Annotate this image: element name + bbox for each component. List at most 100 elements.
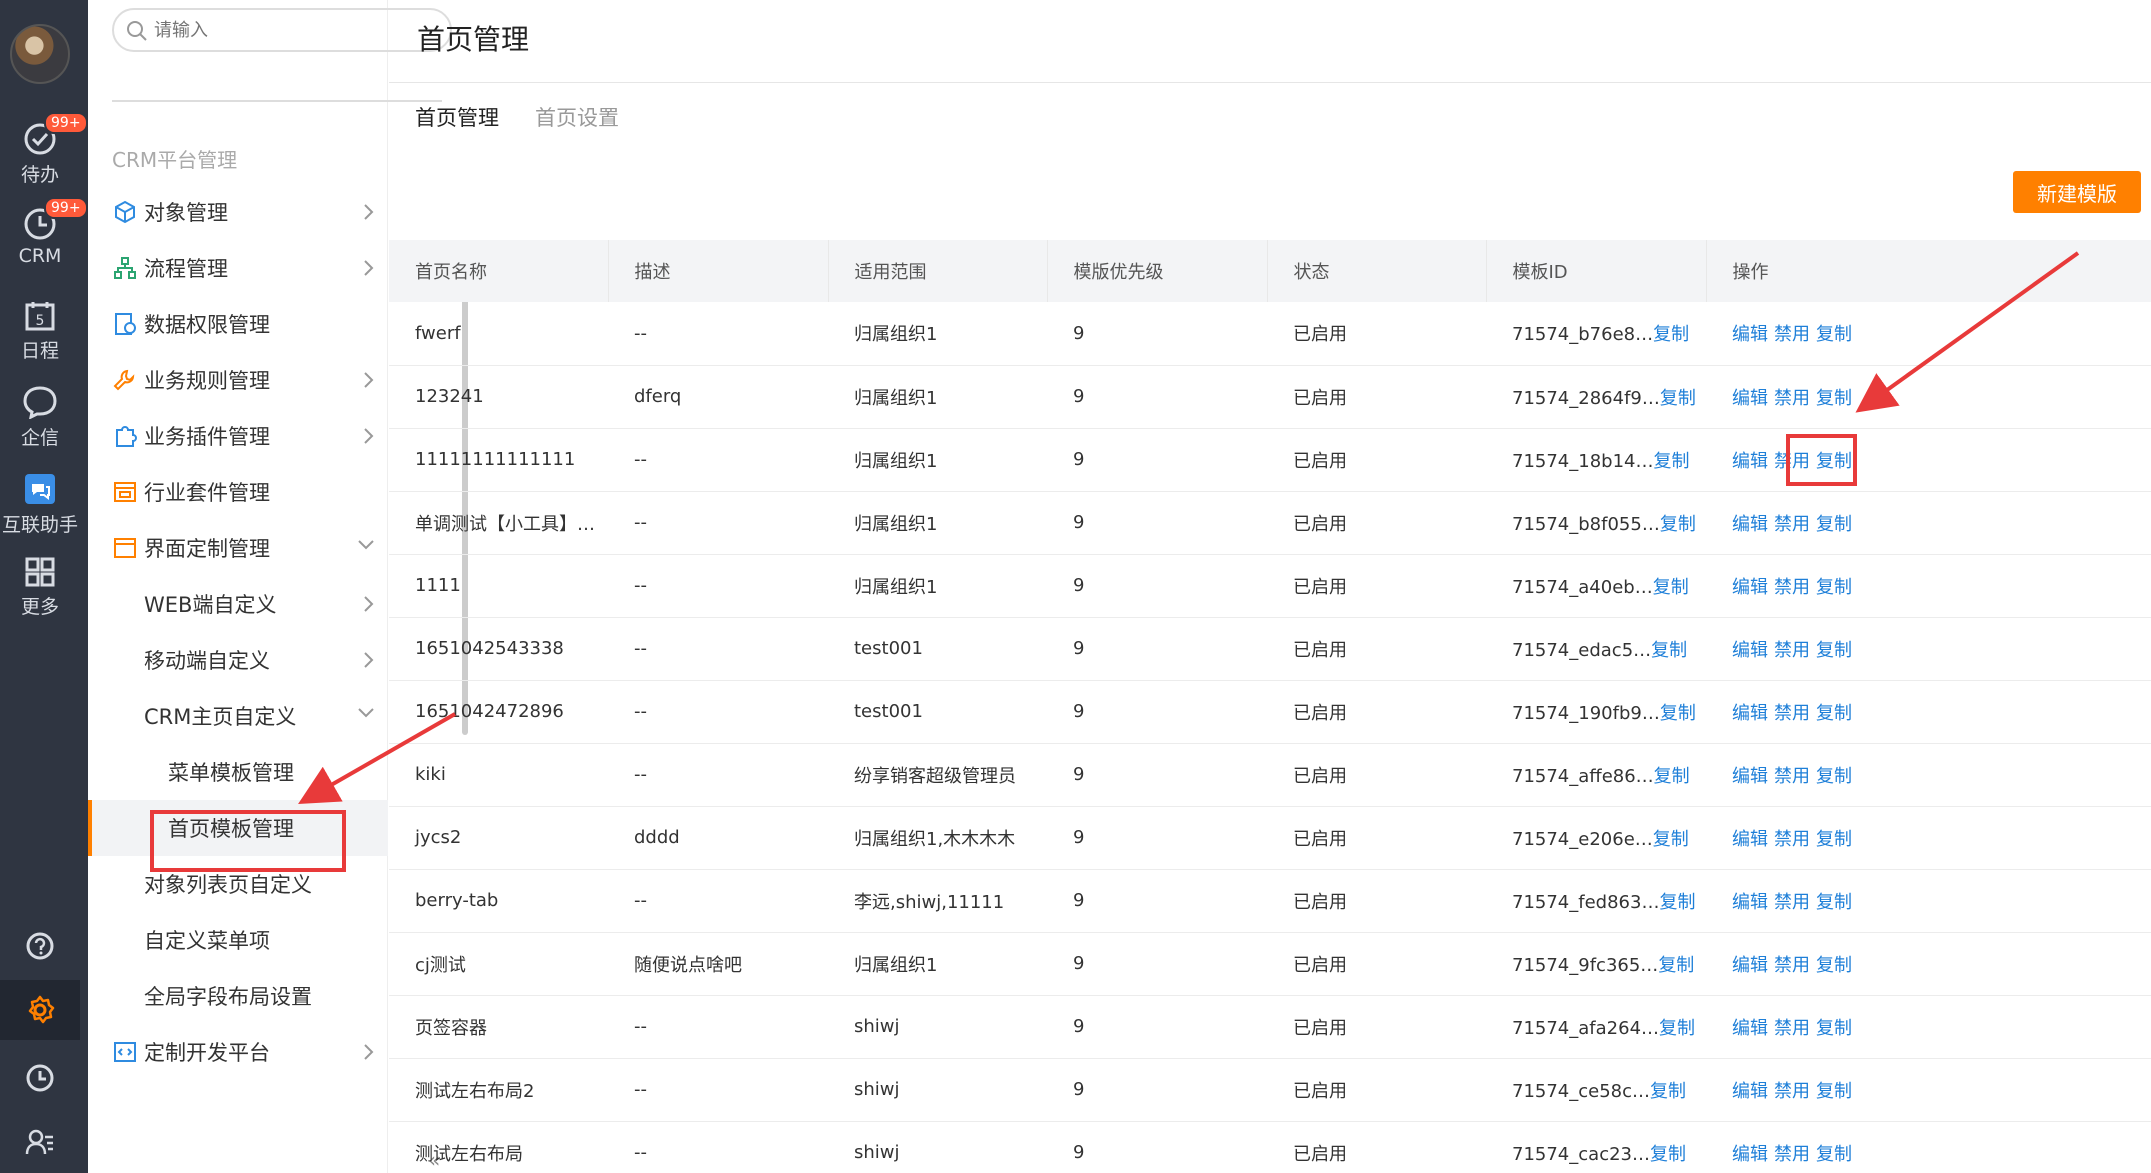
copy-id-link[interactable]: 复制 [1653,829,1689,850]
copy-id-link[interactable]: 复制 [1660,703,1696,724]
copy-id-link[interactable]: 复制 [1651,640,1687,661]
edit-link[interactable]: 编辑 [1732,514,1768,535]
copy-template-link[interactable]: 复制 [1816,577,1852,598]
disable-link[interactable]: 禁用 [1774,766,1810,787]
rail-item-calendar[interactable]: 5 日程 [0,300,80,363]
menu-object-management[interactable]: 对象管理 [88,184,388,240]
copy-id-link[interactable]: 复制 [1653,577,1689,598]
cell-name: kiki [389,743,608,807]
menu-process-management[interactable]: 流程管理 [88,240,388,296]
cell-scope: 归属组织1 [828,302,1047,366]
cell-id: 71574_cac23…复制 [1486,1121,1706,1173]
disable-link[interactable]: 禁用 [1774,1081,1810,1102]
edit-link[interactable]: 编辑 [1732,1018,1768,1039]
copy-template-link[interactable]: 复制 [1816,892,1852,913]
help-button[interactable] [0,916,80,976]
copy-template-link[interactable]: 复制 [1816,324,1852,345]
copy-template-link[interactable]: 复制 [1816,1081,1852,1102]
disable-link[interactable]: 禁用 [1774,703,1810,724]
disable-link[interactable]: 禁用 [1774,640,1810,661]
copy-id-link[interactable]: 复制 [1660,514,1696,535]
menu-menu-template[interactable]: 菜单模板管理 [88,744,388,800]
edit-link[interactable]: 编辑 [1732,640,1768,661]
cell-scope: test001 [828,617,1047,681]
tab-home-settings[interactable]: 首页设置 [535,102,619,132]
copy-id-link[interactable]: 复制 [1654,451,1690,472]
menu-label: 业务插件管理 [144,425,270,449]
edit-link[interactable]: 编辑 [1732,451,1768,472]
edit-link[interactable]: 编辑 [1732,892,1768,913]
copy-template-link[interactable]: 复制 [1816,1144,1852,1165]
menu-global-field-layout[interactable]: 全局字段布局设置 [88,968,388,1024]
rail-item-crm[interactable]: 99+ CRM [0,197,88,267]
contacts-button[interactable] [0,1112,80,1172]
menu-business-plugins[interactable]: 业务插件管理 [88,408,388,464]
disable-link[interactable]: 禁用 [1774,1144,1810,1165]
cell-actions: 编辑 禁用 复制 [1706,365,2151,429]
rail-item-todo[interactable]: 99+ 待办 [0,112,88,187]
menu-web-custom[interactable]: WEB端自定义 [88,576,388,632]
copy-id-link[interactable]: 复制 [1654,766,1690,787]
menu-custom-dev-platform[interactable]: 定制开发平台 [88,1024,388,1080]
copy-template-link[interactable]: 复制 [1816,1018,1852,1039]
cell-id: 71574_ce58c…复制 [1486,1058,1706,1122]
copy-template-link[interactable]: 复制 [1816,703,1852,724]
edit-link[interactable]: 编辑 [1732,703,1768,724]
menu-industry-suite[interactable]: 行业套件管理 [88,464,388,520]
disable-link[interactable]: 禁用 [1774,892,1810,913]
menu-custom-menu-items[interactable]: 自定义菜单项 [88,912,388,968]
copy-id-link[interactable]: 复制 [1650,1081,1686,1102]
copy-id-link[interactable]: 复制 [1658,955,1694,976]
table-body: fwerf -- 归属组织1 9 已启用 71574_b76e8…复制 编辑 禁用 复制 1232… [389,302,2151,1173]
edit-link[interactable]: 编辑 [1732,324,1768,345]
rail-item-interconnect[interactable]: 互联助手 [0,472,80,537]
edit-link[interactable]: 编辑 [1732,1144,1768,1165]
cell-priority: 9 [1047,491,1267,555]
cell-priority: 9 [1047,869,1267,933]
cell-scope: 归属组织1 [828,491,1047,555]
cell-scope: 归属组织1 [828,932,1047,996]
copy-template-link[interactable]: 复制 [1816,514,1852,535]
menu-mobile-custom[interactable]: 移动端自定义 [88,632,388,688]
disable-link[interactable]: 禁用 [1774,955,1810,976]
edit-link[interactable]: 编辑 [1732,577,1768,598]
disable-link[interactable]: 禁用 [1774,577,1810,598]
menu-label: 对象列表页自定义 [144,873,312,897]
chevron-right-icon [364,1044,374,1060]
edit-link[interactable]: 编辑 [1732,1081,1768,1102]
menu-data-permission[interactable]: 数据权限管理 [88,296,388,352]
edit-link[interactable]: 编辑 [1732,766,1768,787]
template-id: 71574_fed863… [1512,891,1660,913]
disable-link[interactable]: 禁用 [1774,514,1810,535]
disable-link[interactable]: 禁用 [1774,324,1810,345]
template-id: 71574_a40eb… [1512,576,1653,598]
copy-id-link[interactable]: 复制 [1650,1144,1686,1165]
menu-ui-customization[interactable]: 界面定制管理 [88,520,388,576]
copy-id-link[interactable]: 复制 [1659,892,1695,913]
settings-button[interactable] [0,980,80,1040]
col-name: 首页名称 [389,240,609,302]
avatar[interactable] [10,24,70,84]
copy-template-link[interactable]: 复制 [1816,955,1852,976]
tab-home-management[interactable]: 首页管理 [415,102,499,132]
edit-link[interactable]: 编辑 [1732,955,1768,976]
copy-id-link[interactable]: 复制 [1659,1018,1695,1039]
new-template-button[interactable]: 新建模版 [2013,171,2141,213]
copy-template-link[interactable]: 复制 [1816,766,1852,787]
disable-link[interactable]: 禁用 [1774,388,1810,409]
cell-status: 已启用 [1267,617,1486,681]
copy-template-link[interactable]: 复制 [1816,388,1852,409]
history-button[interactable] [0,1048,80,1108]
menu-crm-home-custom[interactable]: CRM主页自定义 [88,688,388,744]
rail-item-chat[interactable]: 企信 [0,385,80,450]
copy-id-link[interactable]: 复制 [1653,324,1689,345]
copy-template-link[interactable]: 复制 [1816,829,1852,850]
edit-link[interactable]: 编辑 [1732,829,1768,850]
copy-template-link[interactable]: 复制 [1816,640,1852,661]
rail-item-more[interactable]: 更多 [0,556,80,619]
disable-link[interactable]: 禁用 [1774,829,1810,850]
edit-link[interactable]: 编辑 [1732,388,1768,409]
menu-business-rules[interactable]: 业务规则管理 [88,352,388,408]
copy-id-link[interactable]: 复制 [1660,388,1696,409]
disable-link[interactable]: 禁用 [1774,1018,1810,1039]
